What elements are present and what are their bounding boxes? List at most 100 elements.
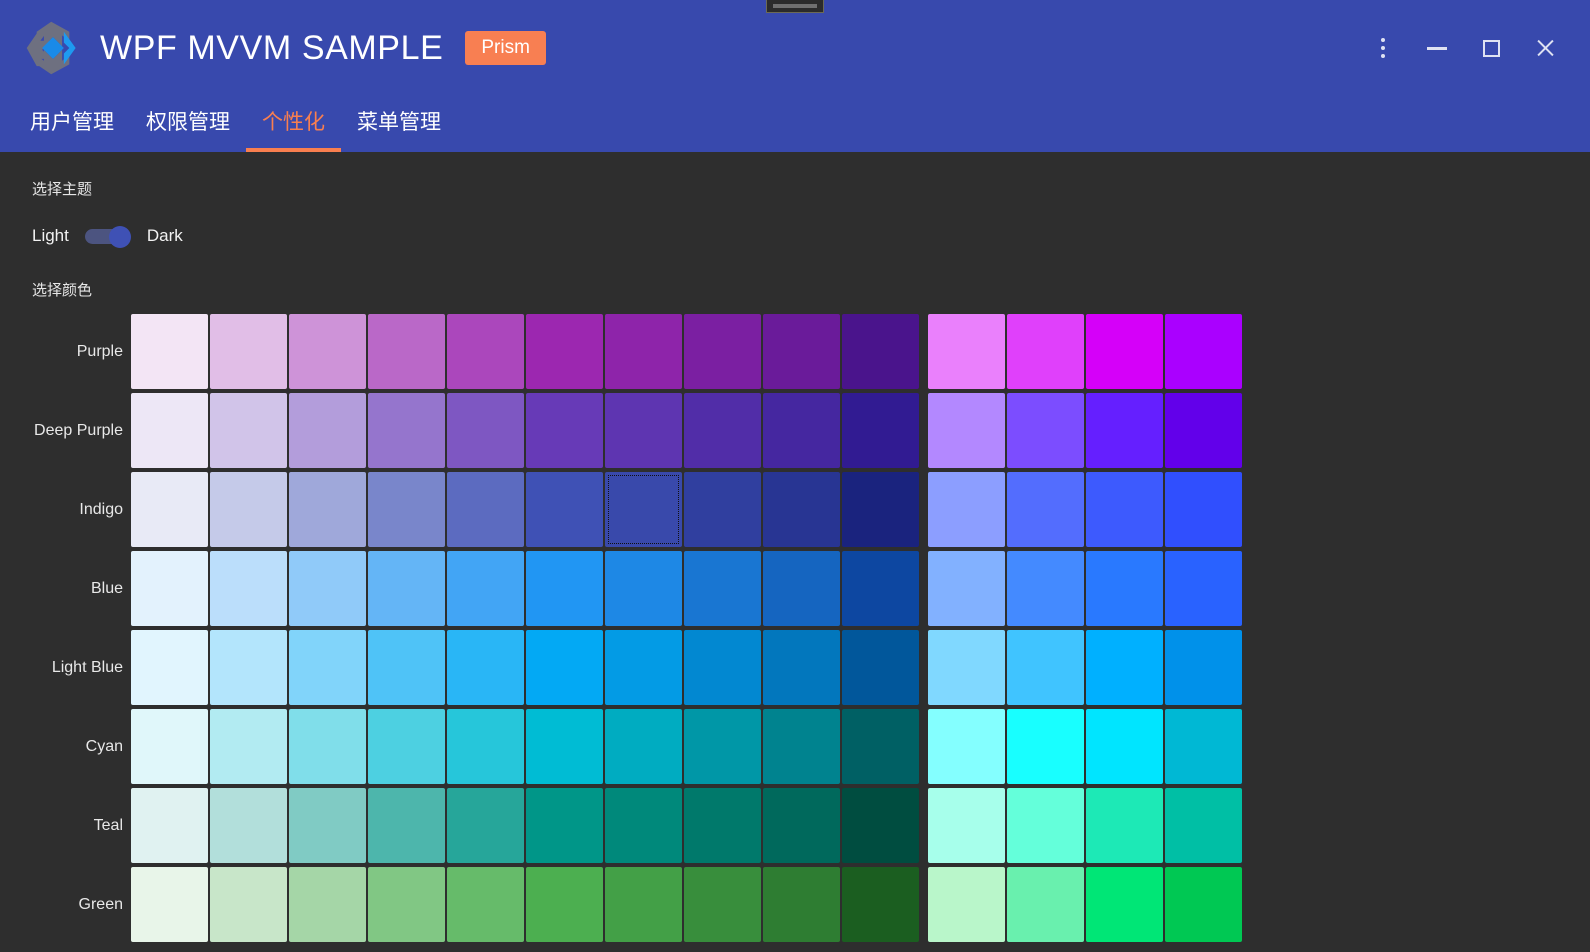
color-swatch[interactable]: [131, 867, 208, 942]
window-drag-handle[interactable]: [766, 0, 824, 13]
color-accent-swatch[interactable]: [928, 867, 1005, 942]
color-accent-swatch[interactable]: [1165, 551, 1242, 626]
color-swatch[interactable]: [131, 393, 208, 468]
theme-toggle-switch[interactable]: [84, 226, 131, 248]
color-swatch[interactable]: [684, 709, 761, 784]
color-swatch[interactable]: [763, 472, 840, 547]
color-swatch[interactable]: [289, 709, 366, 784]
close-button[interactable]: [1518, 20, 1572, 76]
color-swatch[interactable]: [763, 630, 840, 705]
color-swatch[interactable]: [131, 472, 208, 547]
color-swatch[interactable]: [368, 630, 445, 705]
color-swatch[interactable]: [447, 551, 524, 626]
color-swatch[interactable]: [842, 867, 919, 942]
color-swatch[interactable]: [210, 393, 287, 468]
color-accent-swatch[interactable]: [928, 630, 1005, 705]
color-accent-swatch[interactable]: [1165, 393, 1242, 468]
color-accent-swatch[interactable]: [1007, 788, 1084, 863]
color-accent-swatch[interactable]: [928, 551, 1005, 626]
color-accent-swatch[interactable]: [1007, 472, 1084, 547]
color-swatch[interactable]: [131, 630, 208, 705]
color-accent-swatch[interactable]: [1007, 867, 1084, 942]
color-swatch[interactable]: [605, 472, 682, 547]
color-swatch[interactable]: [210, 472, 287, 547]
color-swatch[interactable]: [842, 630, 919, 705]
title-bar[interactable]: WPF MVVM SAMPLE Prism: [0, 0, 1590, 96]
color-swatch[interactable]: [447, 314, 524, 389]
color-swatch[interactable]: [368, 393, 445, 468]
color-swatch[interactable]: [763, 788, 840, 863]
color-swatch[interactable]: [842, 393, 919, 468]
color-swatch[interactable]: [526, 551, 603, 626]
color-swatch[interactable]: [526, 709, 603, 784]
color-swatch[interactable]: [842, 788, 919, 863]
color-swatch[interactable]: [447, 472, 524, 547]
color-swatch[interactable]: [131, 314, 208, 389]
color-swatch[interactable]: [368, 709, 445, 784]
color-accent-swatch[interactable]: [928, 393, 1005, 468]
color-accent-swatch[interactable]: [1086, 709, 1163, 784]
color-swatch[interactable]: [210, 630, 287, 705]
color-swatch[interactable]: [368, 551, 445, 626]
color-swatch[interactable]: [447, 788, 524, 863]
color-accent-swatch[interactable]: [928, 314, 1005, 389]
color-swatch[interactable]: [842, 709, 919, 784]
color-swatch[interactable]: [763, 393, 840, 468]
color-swatch[interactable]: [447, 867, 524, 942]
color-swatch[interactable]: [526, 393, 603, 468]
color-swatch[interactable]: [605, 314, 682, 389]
color-accent-swatch[interactable]: [1165, 314, 1242, 389]
color-swatch[interactable]: [684, 314, 761, 389]
color-swatch[interactable]: [447, 393, 524, 468]
color-swatch[interactable]: [289, 314, 366, 389]
color-swatch[interactable]: [368, 867, 445, 942]
color-swatch[interactable]: [605, 551, 682, 626]
color-swatch[interactable]: [368, 314, 445, 389]
color-swatch[interactable]: [210, 709, 287, 784]
color-accent-swatch[interactable]: [1086, 314, 1163, 389]
color-accent-swatch[interactable]: [928, 788, 1005, 863]
color-swatch[interactable]: [842, 472, 919, 547]
color-swatch[interactable]: [763, 709, 840, 784]
color-swatch[interactable]: [526, 314, 603, 389]
color-swatch[interactable]: [605, 709, 682, 784]
color-swatch[interactable]: [131, 709, 208, 784]
color-swatch[interactable]: [210, 788, 287, 863]
color-accent-swatch[interactable]: [1165, 472, 1242, 547]
color-swatch[interactable]: [210, 867, 287, 942]
color-swatch[interactable]: [684, 393, 761, 468]
minimize-button[interactable]: [1410, 20, 1464, 76]
tab-permission-management[interactable]: 权限管理: [130, 106, 246, 152]
color-swatch[interactable]: [289, 867, 366, 942]
tab-user-management[interactable]: 用户管理: [14, 106, 130, 152]
more-options-button[interactable]: [1356, 20, 1410, 76]
color-accent-swatch[interactable]: [1165, 867, 1242, 942]
color-swatch[interactable]: [684, 472, 761, 547]
color-swatch[interactable]: [684, 630, 761, 705]
color-accent-swatch[interactable]: [1165, 709, 1242, 784]
color-accent-swatch[interactable]: [1007, 709, 1084, 784]
color-accent-swatch[interactable]: [1086, 551, 1163, 626]
color-swatch[interactable]: [368, 472, 445, 547]
color-accent-swatch[interactable]: [1007, 551, 1084, 626]
color-swatch[interactable]: [605, 630, 682, 705]
color-swatch[interactable]: [605, 393, 682, 468]
color-accent-swatch[interactable]: [1086, 630, 1163, 705]
color-swatch[interactable]: [526, 472, 603, 547]
color-swatch[interactable]: [289, 630, 366, 705]
color-swatch[interactable]: [605, 867, 682, 942]
color-swatch[interactable]: [684, 788, 761, 863]
tab-menu-management[interactable]: 菜单管理: [341, 106, 457, 152]
tab-personalization[interactable]: 个性化: [246, 106, 341, 152]
color-swatch[interactable]: [210, 551, 287, 626]
color-swatch[interactable]: [763, 867, 840, 942]
color-swatch[interactable]: [842, 551, 919, 626]
color-swatch[interactable]: [526, 630, 603, 705]
color-swatch[interactable]: [289, 393, 366, 468]
color-swatch[interactable]: [842, 314, 919, 389]
color-swatch[interactable]: [605, 788, 682, 863]
color-swatch[interactable]: [526, 867, 603, 942]
color-accent-swatch[interactable]: [1086, 393, 1163, 468]
color-accent-swatch[interactable]: [1086, 788, 1163, 863]
color-swatch[interactable]: [131, 551, 208, 626]
